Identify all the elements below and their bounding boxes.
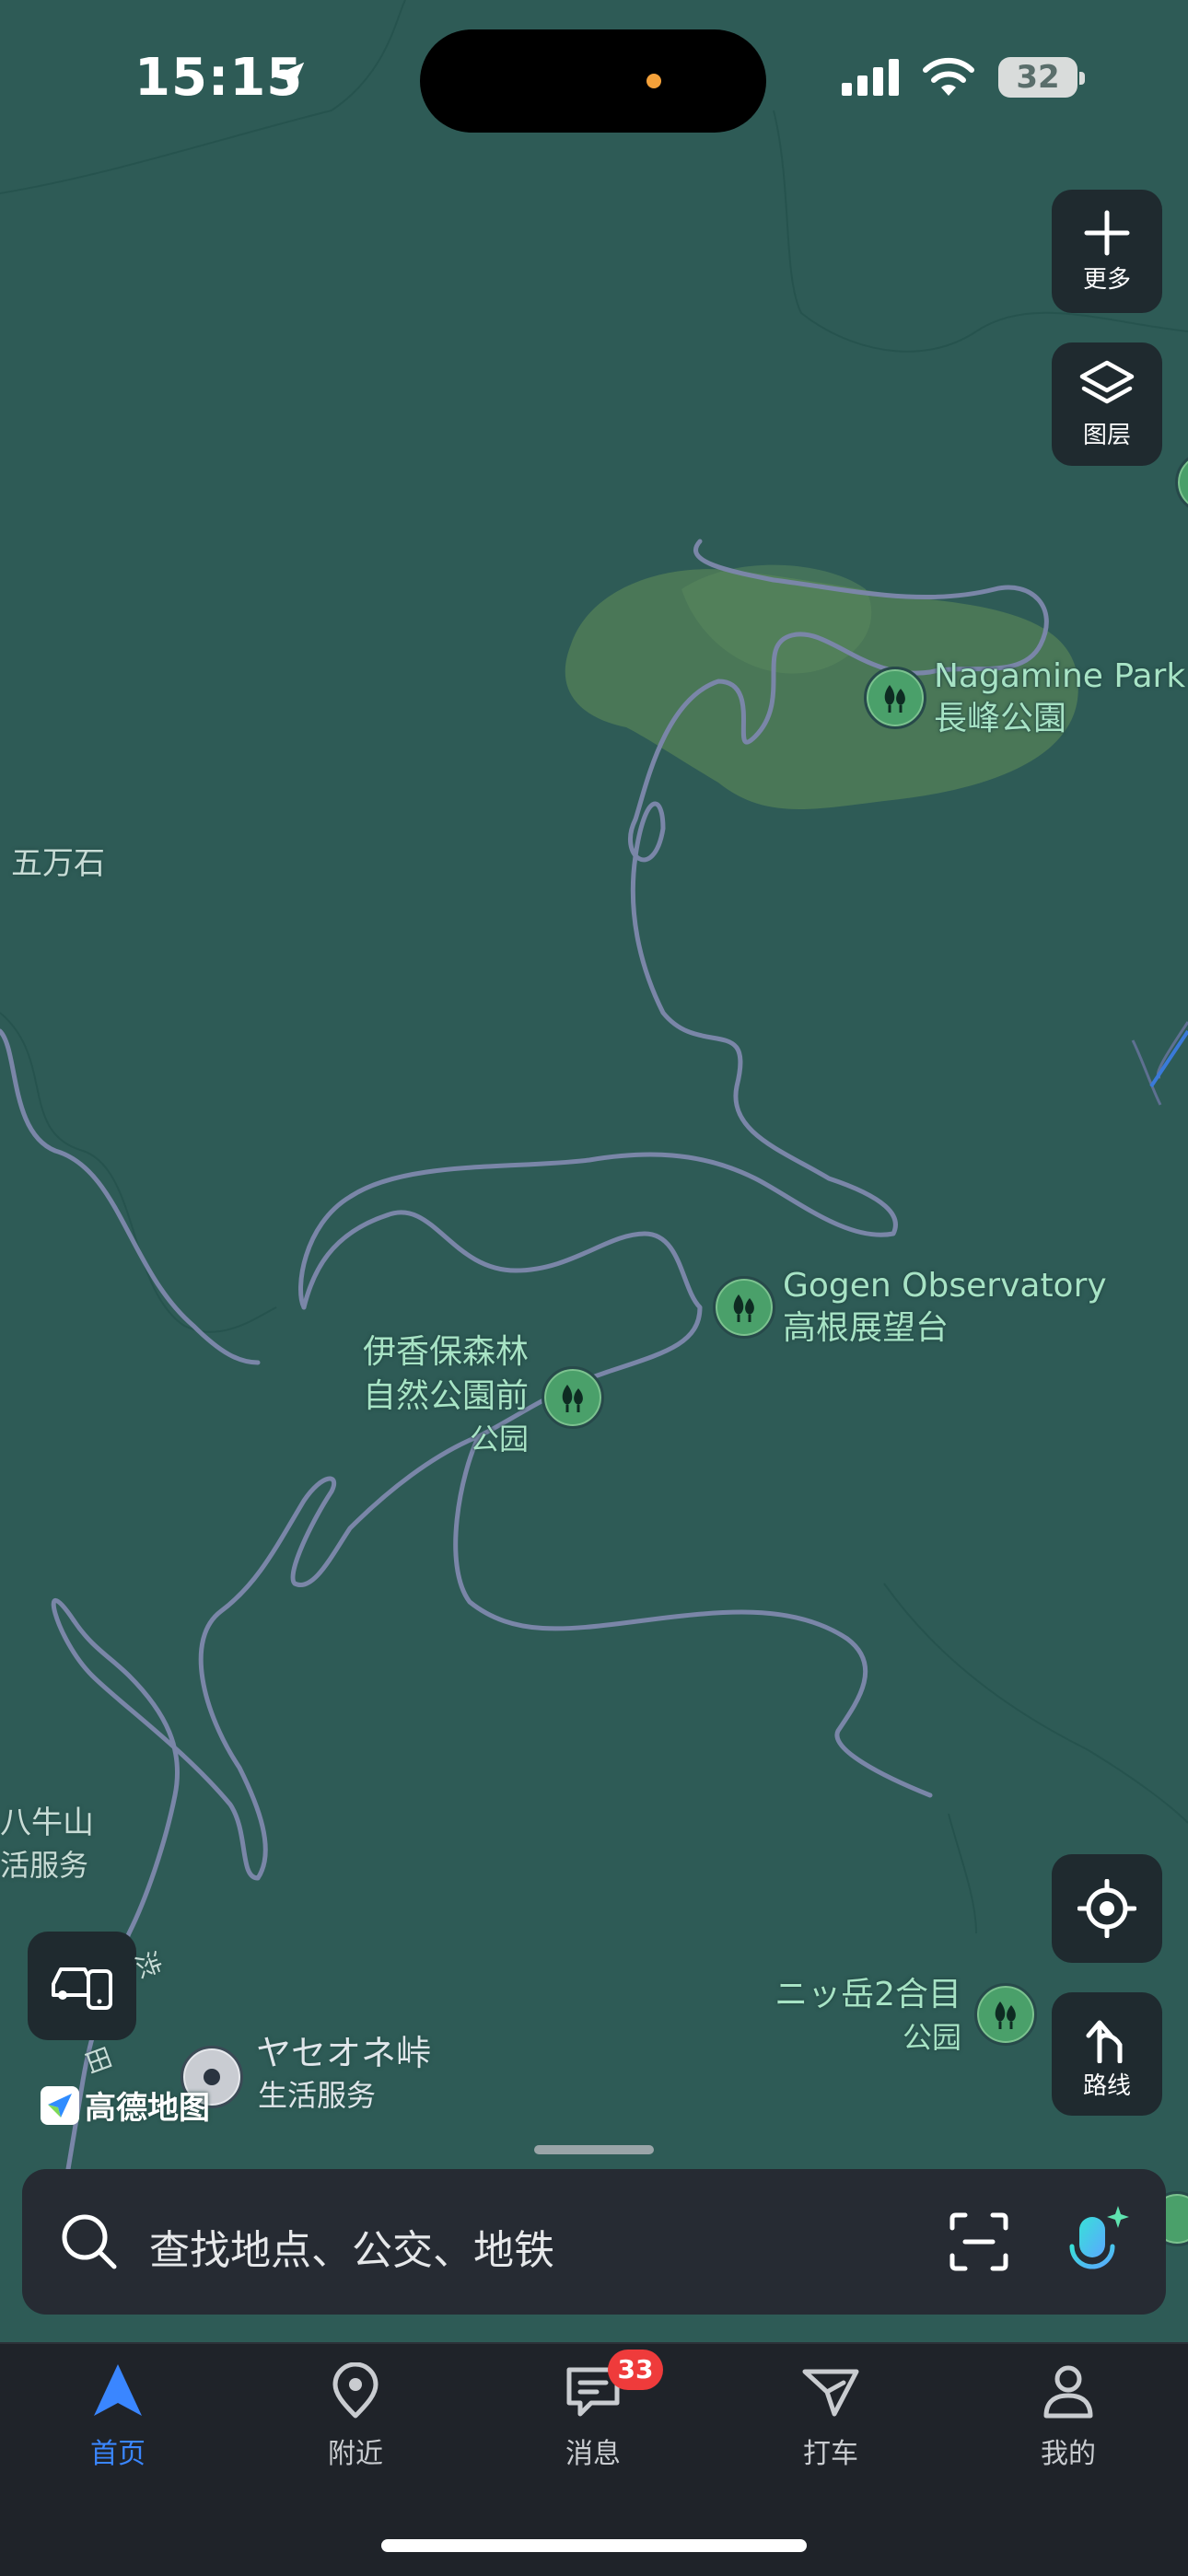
sheet-drag-handle[interactable]	[534, 2145, 654, 2154]
tree-icon	[884, 685, 905, 713]
poi-name-yaseone[interactable]: ヤセオネ峠	[256, 2033, 431, 2073]
park-poi-icon[interactable]	[542, 1366, 604, 1429]
location-arrow-icon	[272, 62, 305, 95]
poi-category-futatsudake[interactable]: 公园	[737, 2016, 961, 2059]
tree-icon	[995, 2002, 1016, 2029]
layers-label: 图层	[1082, 421, 1131, 449]
layers-icon	[1079, 360, 1135, 403]
dynamic-island	[420, 29, 766, 133]
tab-nearby-label: 附近	[328, 2438, 383, 2470]
tab-profile[interactable]: 我的	[995, 2362, 1142, 2471]
profile-icon	[1043, 2365, 1093, 2419]
poi-name-nagamine-en[interactable]: Nagamine Park	[934, 656, 1185, 698]
privacy-indicator	[646, 74, 661, 88]
more-button[interactable]: 更多	[1052, 190, 1162, 313]
park-poi-icon[interactable]	[713, 1276, 775, 1339]
park-poi-icon[interactable]	[974, 1983, 1037, 2046]
status-bar: 15:15 32	[0, 0, 1188, 157]
route-arrow-icon	[1086, 2020, 1123, 2063]
tab-nearby[interactable]: 附近	[282, 2361, 429, 2471]
wifi-icon	[923, 57, 974, 96]
amap-logo-icon	[41, 2085, 79, 2125]
home-indicator[interactable]	[381, 2539, 807, 2552]
place-name-left-mountain[interactable]: 八牛山	[0, 1803, 94, 1843]
scan-icon[interactable]	[949, 2211, 1009, 2272]
navigation-arrow-icon	[94, 2364, 142, 2416]
taxi-icon	[802, 2369, 859, 2417]
poi-name-gogen-jp[interactable]: 高根展望台	[783, 1307, 949, 1350]
car-mode-button[interactable]	[28, 1932, 136, 2040]
battery-tip	[1079, 72, 1085, 85]
more-label: 更多	[1082, 265, 1131, 294]
my-location-button[interactable]	[1052, 1854, 1162, 1963]
search-input[interactable]: 查找地点、公交、地铁	[149, 2217, 554, 2276]
poi-name-gogen-en[interactable]: Gogen Observatory	[783, 1265, 1107, 1307]
search-bar[interactable]: 查找地点、公交、地铁	[22, 2169, 1166, 2315]
plus-icon	[1084, 210, 1130, 255]
place-category-left[interactable]: 活服务	[0, 1845, 88, 1886]
layers-button[interactable]: 图层	[1052, 342, 1162, 466]
tab-messages-label: 消息	[565, 2438, 621, 2470]
tab-home[interactable]: 首页	[44, 2362, 192, 2471]
car-phone-icon	[52, 1967, 112, 2010]
map-canvas[interactable]	[0, 0, 1188, 2320]
amap-logo: 高德地图	[41, 2083, 210, 2128]
tab-home-label: 首页	[90, 2438, 146, 2470]
poi-name-nagamine-jp[interactable]: 長峰公園	[934, 698, 1066, 740]
cellular-signal-icon	[842, 59, 899, 96]
route-label: 路线	[1082, 2071, 1131, 2100]
messages-badge: 33	[608, 2350, 663, 2390]
amap-logo-text: 高德地图	[85, 2090, 210, 2127]
poi-name-ikaho-line2[interactable]: 自然公園前	[354, 1375, 529, 1418]
voice-assistant-icon[interactable]	[1059, 2202, 1135, 2281]
route-button[interactable]: 路线	[1052, 1992, 1162, 2116]
battery-indicator: 32	[998, 57, 1077, 98]
tree-icon	[562, 1385, 583, 1412]
tab-taxi[interactable]: 打车	[757, 2362, 904, 2471]
place-name-gomangoku[interactable]: 五万石	[11, 843, 105, 884]
park-poi-icon[interactable]	[864, 667, 926, 729]
tree-icon	[733, 1294, 754, 1322]
poi-category-ikaho[interactable]: 公园	[354, 1418, 529, 1460]
search-icon	[62, 2214, 117, 2269]
crosshair-icon	[1077, 1879, 1136, 1938]
tab-profile-label: 我的	[1041, 2438, 1096, 2470]
poi-name-futatsudake[interactable]: ニッ岳2合目	[737, 1974, 961, 2016]
poi-category-yaseone[interactable]: 生活服务	[258, 2075, 376, 2116]
tab-taxi-label: 打车	[803, 2438, 858, 2470]
poi-name-ikaho-line1[interactable]: 伊香保森林	[354, 1331, 529, 1374]
location-pin-icon	[332, 2361, 379, 2419]
